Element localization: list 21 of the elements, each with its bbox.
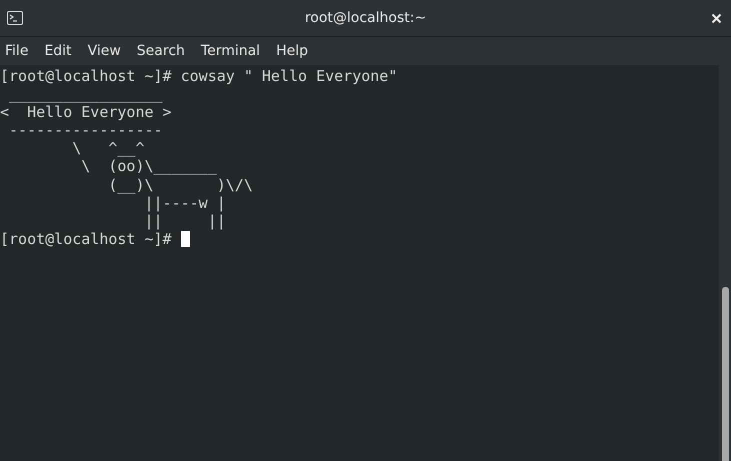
menu-item[interactable]: File	[0, 43, 34, 59]
menu-item[interactable]: Terminal	[196, 43, 266, 59]
terminal-prompt: [root@localhost ~]#	[0, 230, 173, 248]
terminal-icon	[7, 11, 23, 25]
menu-item[interactable]: Search	[132, 43, 190, 59]
terminal-line: _________________	[8, 85, 163, 104]
terminal-line: -----------------	[8, 121, 163, 140]
menu-item[interactable]: View	[82, 43, 126, 59]
close-icon[interactable]	[711, 12, 722, 24]
terminal-line: (__)\ )\/\	[107, 176, 253, 194]
terminal-line: \ ^__^	[71, 139, 144, 158]
text-cursor	[180, 230, 190, 247]
terminal-line: [root@localhost ~]# cowsay " Hello Everyone"	[0, 67, 398, 86]
menu-item[interactable]: Edit	[39, 43, 77, 59]
terminal-line: || ||	[143, 212, 226, 230]
menu-item[interactable]: Help	[271, 43, 313, 59]
scrollbar-thumb[interactable]	[722, 287, 729, 461]
window-title: root@localhost:~	[304, 10, 426, 26]
terminal-line: \ (oo)\_______	[80, 157, 217, 176]
terminal-line: ||----w |	[143, 194, 226, 212]
terminal-line: < Hello Everyone >	[0, 103, 172, 122]
